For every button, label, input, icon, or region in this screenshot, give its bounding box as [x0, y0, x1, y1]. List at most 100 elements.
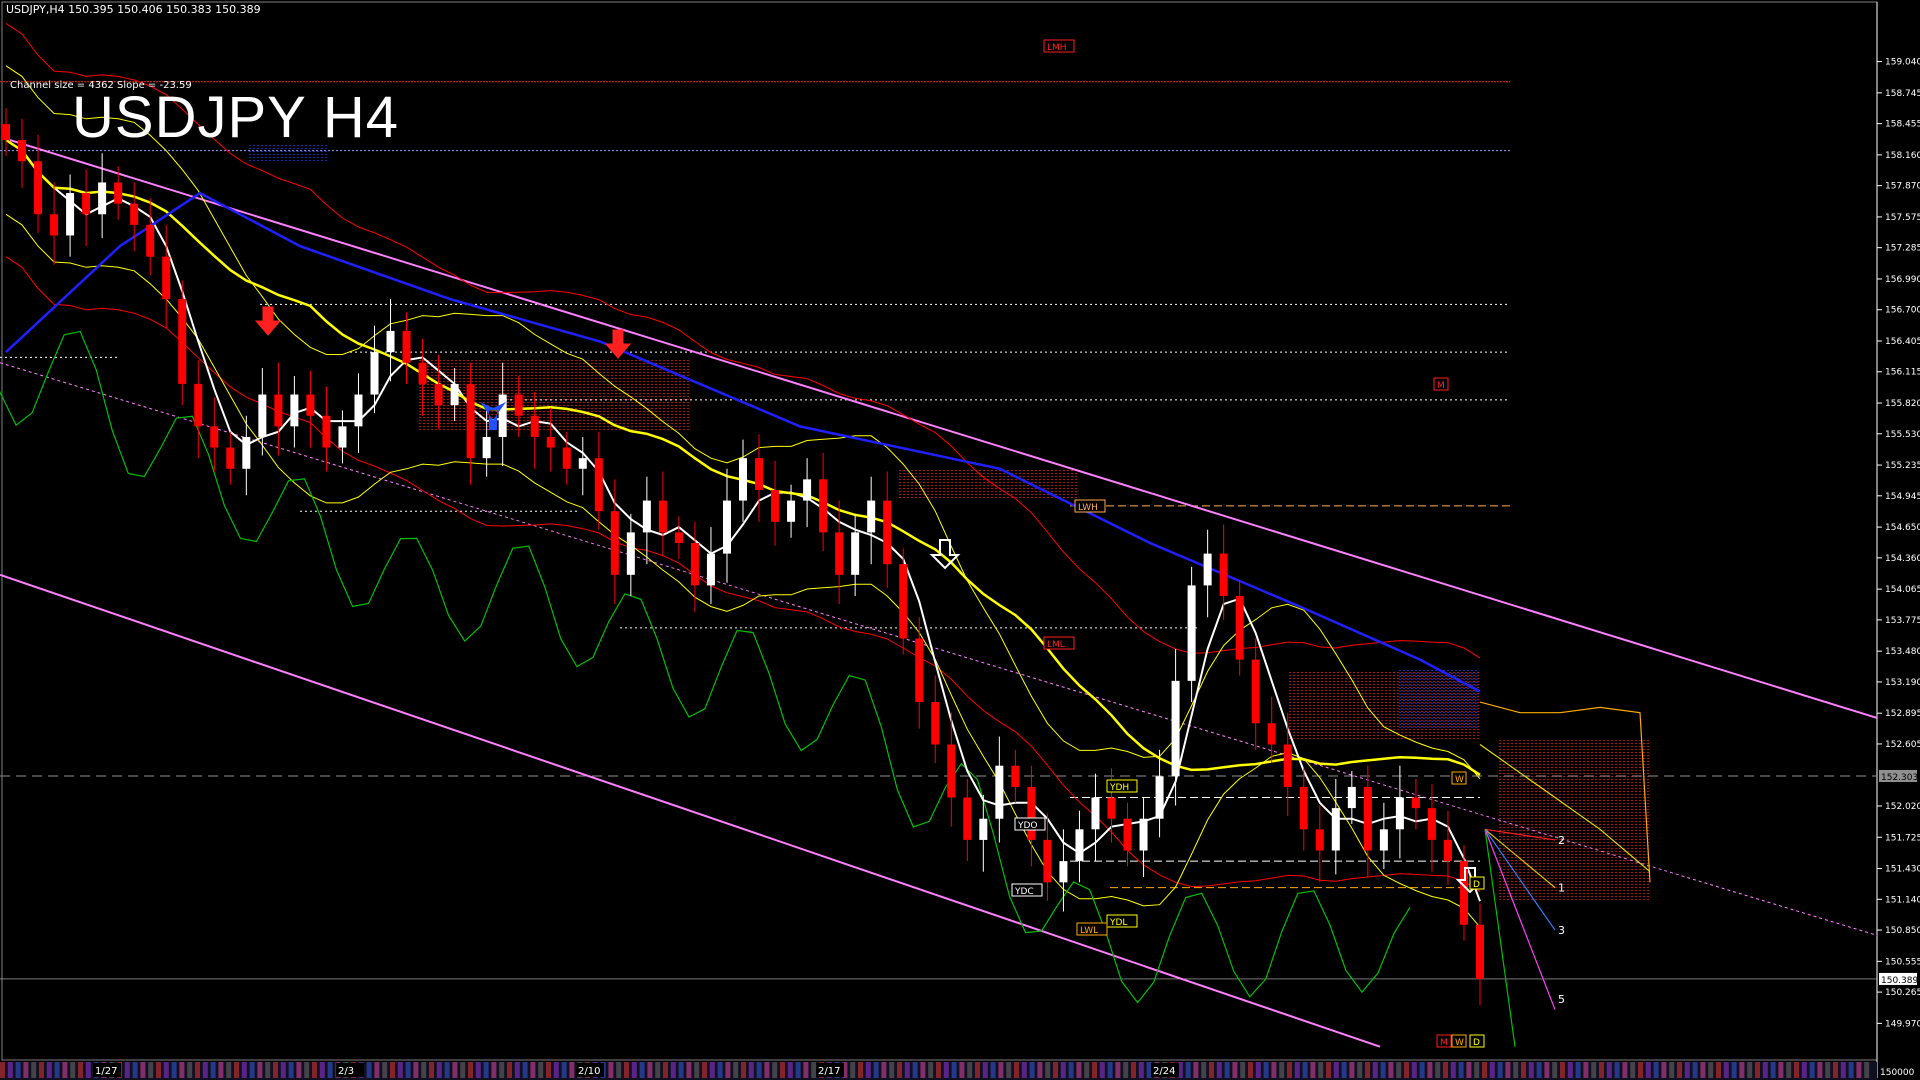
candle-body: [2, 124, 10, 141]
candle-body: [130, 203, 139, 225]
time-segment: [1201, 1062, 1207, 1078]
x-tick-label: 2/3: [338, 1066, 354, 1077]
time-segment: [616, 1062, 622, 1078]
candle-body: [1155, 776, 1164, 819]
time-segment: [249, 1062, 255, 1078]
candle-body: [274, 394, 283, 427]
candle-body: [1091, 797, 1100, 830]
time-segment: [405, 1062, 411, 1078]
time-segment: [694, 1062, 700, 1078]
time-segment: [304, 1062, 310, 1078]
time-segment: [1443, 1062, 1448, 1078]
time-segment: [1357, 1062, 1363, 1078]
time-segment: [1700, 1062, 1706, 1078]
y-tick-label: 158.455: [1885, 120, 1920, 130]
time-segment: [1084, 1062, 1090, 1078]
time-segment: [741, 1062, 746, 1078]
time-segment: [569, 1062, 575, 1078]
level-label: LWH: [1078, 503, 1098, 513]
time-segment: [546, 1062, 551, 1078]
candle-body: [50, 214, 59, 236]
candle-body: [1476, 924, 1484, 979]
candle-body: [546, 436, 555, 448]
price-chart[interactable]: 2135LMHMLWHLMLYDHYDOYDCYDLLWLWDM W D 159.0…: [0, 0, 1920, 1080]
time-segment: [959, 1062, 965, 1078]
candle-body: [739, 458, 747, 501]
level-label: M: [1437, 381, 1445, 391]
time-segment: [538, 1062, 544, 1078]
time-segment: [1497, 1062, 1503, 1078]
time-segment: [858, 1062, 863, 1078]
time-segment: [764, 1062, 770, 1078]
candle-body: [1219, 553, 1228, 597]
candle-body: [1331, 808, 1340, 851]
candle-body: [466, 383, 475, 459]
time-axis: 1/27 2/3 2/10 2/17 2/24: [0, 1062, 1877, 1080]
time-segment: [85, 1062, 91, 1078]
time-segment: [1528, 1062, 1534, 1078]
y-tick-label: 150.555: [1885, 957, 1920, 967]
time-segment: [1224, 1062, 1230, 1078]
time-segment: [452, 1062, 458, 1078]
candle-body: [34, 161, 43, 215]
time-segment: [148, 1062, 154, 1078]
time-segment: [920, 1062, 926, 1078]
candle-body: [242, 436, 251, 469]
time-segment: [1099, 1062, 1105, 1078]
time-segment: [39, 1062, 44, 1078]
time-segment: [23, 1062, 29, 1078]
y-tick-label: 158.160: [1885, 151, 1920, 161]
time-segment: [1684, 1062, 1690, 1078]
time-segment: [210, 1062, 216, 1078]
candle-body: [1107, 797, 1116, 819]
time-segment: [54, 1062, 60, 1078]
chart-background: [0, 0, 1920, 1080]
time-segment: [31, 1062, 37, 1078]
y-tick-label: 155.235: [1885, 461, 1920, 471]
time-segment: [865, 1062, 871, 1078]
time-segment: [717, 1062, 723, 1078]
time-segment: [15, 1062, 21, 1078]
time-segment: [702, 1062, 707, 1078]
candle-body: [1027, 786, 1036, 840]
candle-body: [1363, 786, 1372, 851]
y-tick-label: 153.775: [1885, 616, 1920, 626]
y-tick-label: 157.575: [1885, 213, 1920, 223]
candle-body: [867, 500, 876, 533]
time-segment: [1107, 1062, 1113, 1078]
candle-body: [338, 426, 347, 448]
candle-body: [226, 447, 235, 469]
time-segment: [1318, 1062, 1324, 1078]
candle-body: [530, 415, 539, 437]
candle-body: [210, 426, 219, 448]
time-segment: [1053, 1062, 1058, 1078]
candle-body: [434, 383, 443, 406]
y-tick-label: 153.480: [1885, 647, 1920, 657]
current-price-label: 152.303: [1881, 773, 1918, 783]
candle-body: [626, 532, 635, 575]
time-segment: [522, 1062, 528, 1078]
time-segment: [897, 1062, 902, 1078]
time-segment: [709, 1062, 715, 1078]
candle-body: [803, 479, 812, 501]
time-segment: [1575, 1062, 1581, 1078]
y-tick-label: 151.430: [1885, 865, 1920, 875]
time-segment: [631, 1062, 637, 1078]
y-tick-label: 153.190: [1885, 678, 1920, 688]
time-segment: [1762, 1062, 1768, 1078]
time-segment: [273, 1062, 278, 1078]
time-segment: [413, 1062, 419, 1078]
time-segment: [1786, 1062, 1792, 1078]
time-segment: [1388, 1062, 1394, 1078]
y-tick-label: 156.405: [1885, 337, 1920, 347]
y-tick-label: 159.040: [1885, 58, 1920, 68]
y-tick-label: 152.020: [1885, 802, 1920, 812]
candle-body: [899, 564, 908, 639]
candle-body: [594, 458, 603, 512]
time-segment: [1209, 1062, 1214, 1078]
candle-body: [658, 500, 667, 533]
candle-body: [963, 797, 972, 840]
y-tick-label: 154.650: [1885, 523, 1920, 533]
time-segment: [1138, 1062, 1144, 1078]
time-segment: [998, 1062, 1004, 1078]
